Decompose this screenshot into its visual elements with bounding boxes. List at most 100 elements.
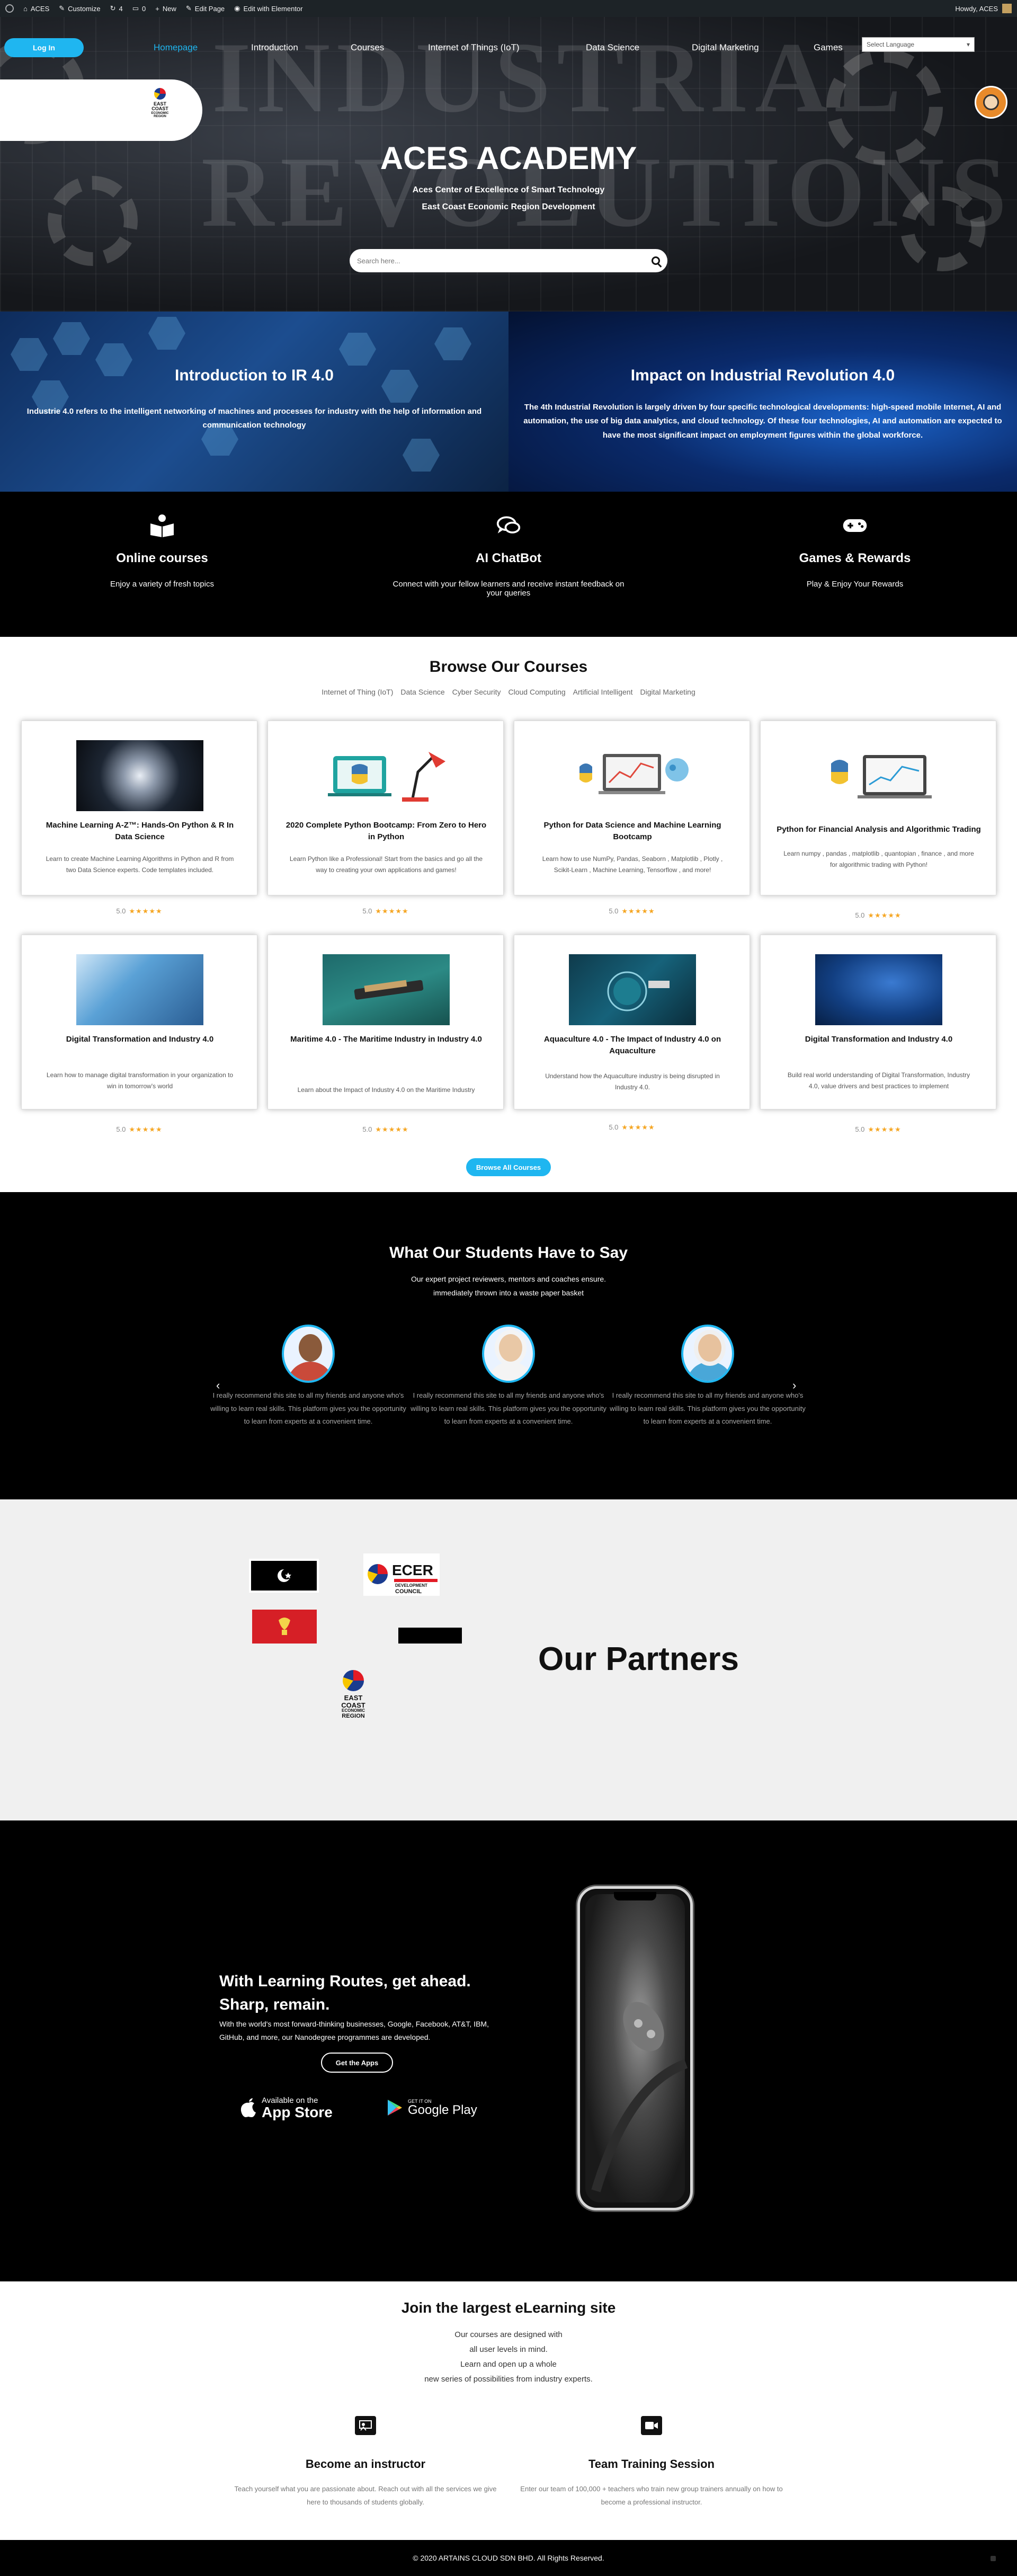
nav-introduction[interactable]: Introduction — [251, 38, 298, 57]
scroll-top-icon[interactable] — [991, 2556, 996, 2561]
stars-icon: ★★★★★ — [129, 1125, 163, 1133]
course-thumbnail — [76, 954, 203, 1025]
hexagon-decoration — [11, 338, 48, 371]
course-title[interactable]: Python for Data Science and Machine Lear… — [530, 820, 735, 843]
admin-account-menu[interactable]: Howdy, ACES — [955, 4, 1012, 13]
category-link[interactable]: Artificial Intelligent — [573, 688, 633, 696]
course-card[interactable]: Maritime 4.0 - The Maritime Industry in … — [267, 935, 504, 1109]
course-card[interactable]: Machine Learning A-Z™: Hands-On Python &… — [21, 721, 257, 895]
course-thumbnail — [76, 740, 203, 811]
logo-container[interactable]: EAST COAST ECONOMIC REGION — [0, 79, 202, 141]
admin-site-link[interactable]: ⌂ ACES — [23, 5, 49, 13]
admin-elementor-link[interactable]: ◉ Edit with Elementor — [234, 4, 302, 13]
pencil-icon: ✎ — [185, 4, 192, 12]
course-card[interactable]: Python for Data Science and Machine Lear… — [514, 721, 750, 895]
category-link[interactable]: Digital Marketing — [640, 688, 695, 696]
stars-icon: ★★★★★ — [868, 1125, 902, 1133]
course-title[interactable]: Digital Transformation and Industry 4.0 — [777, 1034, 981, 1045]
course-card[interactable]: Digital Transformation and Industry 4.0 … — [21, 935, 257, 1109]
avatar-face-icon — [983, 94, 999, 110]
admin-comments-link[interactable]: ▭ 0 — [132, 4, 146, 13]
course-description: Learn numpy , pandas , matplotlib , quan… — [783, 850, 974, 868]
chevron-down-icon: ▾ — [966, 41, 970, 48]
join-section: Join the largest eLearning site Our cour… — [0, 2281, 1017, 2540]
nav-iot[interactable]: Internet of Things (IoT) — [428, 38, 520, 57]
admin-edit-page-link[interactable]: ✎ Edit Page — [186, 4, 225, 13]
admin-updates-link[interactable]: ↻ 4 — [110, 4, 123, 13]
partner-logo-pahang — [398, 1628, 462, 1644]
category-link[interactable]: Internet of Thing (IoT) — [322, 688, 393, 696]
stars-icon: ★★★★★ — [129, 907, 163, 915]
nav-games[interactable]: Games — [814, 38, 843, 57]
course-thumbnail — [569, 954, 696, 1025]
google-play-badge[interactable]: GET IT ON Google Play — [387, 2093, 477, 2122]
app-store-badge[interactable]: Available on the App Store — [240, 2093, 333, 2122]
user-avatar[interactable] — [975, 86, 1007, 119]
search-bar — [350, 249, 667, 272]
course-title[interactable]: Python for Financial Analysis and Algori… — [777, 824, 981, 836]
nav-homepage[interactable]: Homepage — [154, 38, 198, 57]
course-card[interactable]: Python for Financial Analysis and Algori… — [760, 721, 996, 895]
nav-data-science[interactable]: Data Science — [586, 38, 639, 57]
ecer-swoosh-icon — [343, 1670, 364, 1691]
course-title[interactable]: Aquaculture 4.0 - The Impact of Industry… — [530, 1034, 735, 1057]
course-title[interactable]: Maritime 4.0 - The Maritime Industry in … — [284, 1034, 488, 1045]
brush-icon: ✎ — [59, 4, 65, 12]
category-link[interactable]: Cloud Computing — [508, 688, 565, 696]
partner-logo-kelantan — [252, 1610, 317, 1644]
course-card[interactable]: Digital Transformation and Industry 4.0 … — [760, 935, 996, 1109]
course-card[interactable]: Aquaculture 4.0 - The Impact of Industry… — [514, 935, 750, 1109]
course-description: Understand how the Aquaculture industry … — [545, 1072, 720, 1091]
course-thumbnail — [815, 740, 942, 811]
testimonial-quote: I really recommend this site to all my f… — [610, 1391, 806, 1426]
course-description: Build real world understanding of Digita… — [787, 1071, 970, 1090]
testimonials-lead: Our expert project reviewers, mentors an… — [411, 1275, 606, 1283]
course-thumbnail — [569, 740, 696, 811]
search-icon[interactable] — [652, 256, 660, 265]
login-button[interactable]: Log In — [4, 38, 84, 57]
course-rating: 5.0 ★★★★★ — [362, 907, 409, 915]
testimonials-section: What Our Students Have to Say Our expert… — [0, 1192, 1017, 1499]
partner-logo-terengganu — [249, 1559, 319, 1593]
student-photo — [282, 1325, 335, 1383]
become-instructor-block: Become an instructor Teach yourself what… — [233, 2416, 498, 2509]
courses-heading: Browse Our Courses — [429, 658, 588, 676]
nav-courses[interactable]: Courses — [351, 38, 384, 57]
language-select[interactable]: Select Language ▾ — [862, 37, 975, 52]
get-apps-button[interactable]: Get the Apps — [321, 2053, 393, 2073]
admin-new-link[interactable]: + New — [155, 5, 176, 13]
partner-logo-ecer-region: EAST COAST ECONOMIC REGION — [334, 1670, 373, 1719]
hexagon-decoration — [339, 333, 376, 366]
course-thumbnail — [815, 954, 942, 1025]
app-promo-section: With Learning Routes, get ahead. Sharp, r… — [0, 1820, 1017, 2281]
course-title[interactable]: Digital Transformation and Industry 4.0 — [38, 1034, 242, 1045]
nav-digital-marketing[interactable]: Digital Marketing — [692, 38, 759, 57]
course-title[interactable]: Machine Learning A-Z™: Hands-On Python &… — [38, 820, 242, 843]
hexagon-decoration — [148, 317, 185, 350]
browse-all-courses-button[interactable]: Browse All Courses — [466, 1158, 551, 1176]
category-link[interactable]: Cyber Security — [452, 688, 501, 696]
hexagon-decoration — [403, 439, 440, 472]
phone-screen — [585, 1894, 688, 2202]
student-photo — [681, 1325, 734, 1383]
phone-mockup — [577, 1886, 693, 2210]
wp-logo-icon[interactable] — [5, 4, 14, 13]
footer: © 2020 ARTAINS CLOUD SDN BHD. All Rights… — [0, 2540, 1017, 2576]
course-title[interactable]: 2020 Complete Python Bootcamp: From Zero… — [284, 820, 488, 843]
admin-customize-link[interactable]: ✎ Customize — [59, 4, 100, 13]
course-card[interactable]: 2020 Complete Python Bootcamp: From Zero… — [267, 721, 504, 895]
course-description: Learn how to manage digital transformati… — [46, 1071, 234, 1090]
presentation-icon — [355, 2416, 376, 2435]
course-description: Learn Python like a Professional! Start … — [289, 855, 483, 874]
app-heading: With Learning Routes, get ahead. Sharp, r… — [219, 1973, 471, 2013]
elementor-icon: ◉ — [234, 4, 240, 12]
search-input[interactable] — [357, 256, 652, 265]
testimonial-quote: I really recommend this site to all my f… — [210, 1391, 406, 1426]
book-icon — [149, 513, 175, 538]
course-rating: 5.0 ★★★★★ — [116, 907, 163, 915]
partners-heading: Our Partners — [538, 1641, 739, 1677]
hero-bg-word: INDUSTRIAL — [212, 22, 908, 134]
stars-icon: ★★★★★ — [621, 907, 655, 915]
category-link[interactable]: Data Science — [400, 688, 444, 696]
intro-section: Introduction to IR 4.0 Industrie 4.0 ref… — [0, 312, 1017, 492]
